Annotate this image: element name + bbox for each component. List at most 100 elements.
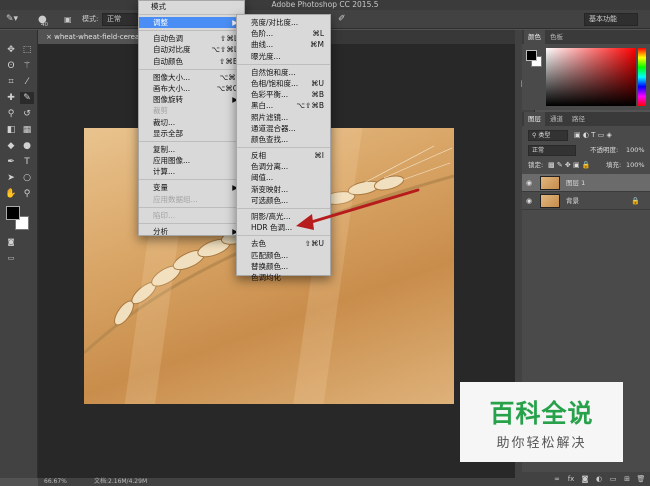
image-menu-item[interactable]: 调整▶ — [139, 17, 244, 29]
image-menu-item[interactable]: 复制... — [139, 144, 244, 155]
adjustments-menu-item[interactable]: 亮度/对比度... — [237, 17, 330, 28]
adjustment-layer-icon[interactable]: ◐ — [594, 474, 604, 484]
image-menu-item[interactable]: 分析▶ — [139, 226, 244, 237]
blur-tool-icon[interactable]: ◆ — [4, 140, 18, 152]
adjustments-menu-item[interactable]: 去色 ⇧⌘U — [237, 238, 330, 249]
gradient-tool-icon[interactable]: ▦ — [20, 124, 34, 136]
layer-row[interactable]: ◉ 背景 🔒 — [522, 192, 650, 210]
menu-separator — [139, 30, 244, 32]
dodge-tool-icon[interactable]: ● — [20, 140, 34, 152]
adjustments-menu-item[interactable]: 曝光度... — [237, 51, 330, 62]
eye-icon[interactable]: ◉ — [526, 192, 532, 210]
adjustments-menu-item[interactable]: 黑白... ⌥⇧⌘B — [237, 100, 330, 111]
fill-value[interactable]: 100% — [626, 158, 645, 173]
image-menu-item[interactable]: 计算... — [139, 166, 244, 177]
tab-channels[interactable]: 通道 — [546, 112, 567, 126]
opacity-value[interactable]: 100% — [626, 143, 645, 158]
fx-icon[interactable]: fx — [566, 474, 576, 484]
layer-filter-select[interactable]: ⚲ 类型 — [528, 130, 568, 141]
filter-icons[interactable]: ▣ ◐ T ▭ ◈ — [574, 128, 612, 143]
color-field[interactable] — [546, 48, 636, 106]
foreground-color-chip[interactable] — [526, 50, 537, 61]
image-menu-item[interactable]: 画布大小... ⌥⌘C — [139, 83, 244, 94]
quick-mask-icon[interactable]: ◙ — [4, 236, 18, 248]
close-icon[interactable]: × — [46, 33, 54, 41]
tab-layers[interactable]: 图层 — [524, 112, 545, 126]
fill-label: 填充: — [606, 161, 622, 169]
pen-tool-icon[interactable]: ✒ — [4, 156, 18, 168]
menu-item-mode[interactable]: 模式 — [139, 1, 244, 12]
adjustments-menu-item[interactable]: 通道混合器... — [237, 123, 330, 134]
adjustments-menu-item[interactable]: 色阶... ⌘L — [237, 28, 330, 39]
type-tool-icon[interactable]: T — [20, 156, 34, 168]
brush-tool-icon[interactable]: ✎ — [20, 92, 34, 104]
adjustments-menu-item[interactable]: 色彩平衡... ⌘B — [237, 89, 330, 100]
adjustments-menu-item[interactable]: 色调分离... — [237, 161, 330, 172]
zoom-tool-icon[interactable]: ⚲ — [20, 188, 34, 200]
group-icon[interactable]: ▭ — [608, 474, 618, 484]
eye-icon[interactable]: ◉ — [526, 174, 532, 192]
menu-item-label: 画布大小... — [153, 83, 191, 93]
airbrush-icon[interactable]: ✐ — [338, 13, 346, 26]
magic-wand-tool-icon[interactable]: ⚚ — [20, 60, 34, 72]
tab-color[interactable]: 颜色 — [524, 30, 545, 44]
history-brush-tool-icon[interactable]: ↺ — [20, 108, 34, 120]
lasso-tool-icon[interactable]: ʘ — [4, 60, 18, 72]
mask-icon[interactable]: ◙ — [580, 474, 590, 484]
image-menu-item[interactable]: 自动色调 ⇧⌘L — [139, 33, 244, 44]
image-menu: 模式 调整▶ 自动色调⇧⌘L自动对比度 ⌥⇧⌘L自动颜色⇧⌘B 图像大小...⌥⌘I画… — [138, 0, 245, 236]
mode-select[interactable]: 正常 — [102, 13, 140, 26]
adjustments-menu-item[interactable]: 替换颜色... — [237, 261, 330, 272]
eyedropper-tool-icon[interactable]: ⁄ — [20, 76, 34, 88]
image-menu-item[interactable]: 图像大小... ⌥⌘I — [139, 72, 244, 83]
image-menu-item[interactable]: 图像旋转▶ — [139, 94, 244, 105]
adjustments-menu-item[interactable]: 曲线... ⌘M — [237, 39, 330, 50]
image-menu-item[interactable]: 变量▶ — [139, 182, 244, 193]
link-layers-icon[interactable]: ∞ — [552, 474, 562, 484]
adjustments-menu-item[interactable]: 颜色查找... — [237, 134, 330, 145]
image-menu-item[interactable]: 显示全部 — [139, 128, 244, 139]
screen-mode-icon[interactable]: ▭ — [4, 252, 18, 264]
shape-tool-icon[interactable]: ○ — [20, 172, 34, 184]
marquee-tool-icon[interactable]: ⬚ — [20, 44, 34, 56]
trash-icon[interactable]: 🗑 — [636, 474, 646, 484]
adjustments-menu-item[interactable]: 匹配颜色... — [237, 250, 330, 261]
image-menu-item[interactable]: 自动颜色 ⇧⌘B — [139, 56, 244, 67]
eraser-tool-icon[interactable]: ◧ — [4, 124, 18, 136]
stamp-tool-icon[interactable]: ⚲ — [4, 108, 18, 120]
adjustments-menu-item[interactable]: 渐变映射... — [237, 184, 330, 195]
menu-item-label: 裁剪 — [153, 106, 168, 116]
adjustments-menu-item[interactable]: 色相/饱和度... ⌘U — [237, 78, 330, 89]
image-menu-item[interactable]: 自动对比度 ⌥⇧⌘L — [139, 44, 244, 55]
healing-tool-icon[interactable]: ✚ — [4, 92, 18, 104]
zoom-level[interactable]: 66.67% — [44, 478, 67, 486]
adjustments-menu-item[interactable]: HDR 色调... — [237, 222, 330, 233]
hue-slider[interactable] — [638, 48, 646, 106]
crop-tool-icon[interactable]: ⌗ — [4, 76, 18, 88]
menu-separator — [237, 63, 330, 65]
adjustments-menu-item[interactable]: 色调均化 — [237, 272, 330, 283]
new-layer-icon[interactable]: ⊞ — [622, 474, 632, 484]
blend-mode-select[interactable]: 正常 — [528, 145, 576, 156]
hand-tool-icon[interactable]: ✋ — [4, 188, 18, 200]
menu-item-label: 可选颜色... — [251, 195, 289, 205]
image-menu-item[interactable]: 应用图像... — [139, 155, 244, 166]
adjustments-menu-item[interactable]: 反相 ⌘I — [237, 150, 330, 161]
adjustments-menu-item[interactable]: 阴影/高光... — [237, 211, 330, 222]
adjustments-menu-item[interactable]: 可选颜色... — [237, 195, 330, 206]
menu-item-label: 替换颜色... — [251, 261, 289, 271]
workspace-select[interactable]: 基本功能 — [584, 13, 638, 26]
lock-icons[interactable]: ▩ ✎ ✥ ▣ 🔒 — [548, 158, 591, 173]
tab-swatches[interactable]: 色板 — [546, 30, 567, 44]
image-menu-item[interactable]: 裁切... — [139, 117, 244, 128]
adjustments-menu-item[interactable]: 照片滤镜... — [237, 112, 330, 123]
brush-panel-icon[interactable]: ▣ — [64, 13, 72, 26]
adjustments-menu-item[interactable]: 自然饱和度... — [237, 67, 330, 78]
brush-tool-icon[interactable]: ✎▾ — [6, 13, 18, 26]
layer-row[interactable]: ◉ 图层 1 — [522, 174, 650, 192]
adjustments-menu-item[interactable]: 阈值... — [237, 172, 330, 183]
path-select-tool-icon[interactable]: ➤ — [4, 172, 18, 184]
move-tool-icon[interactable]: ✥ — [4, 44, 18, 56]
tab-paths[interactable]: 路径 — [568, 112, 589, 126]
foreground-color-swatch[interactable] — [6, 206, 20, 220]
